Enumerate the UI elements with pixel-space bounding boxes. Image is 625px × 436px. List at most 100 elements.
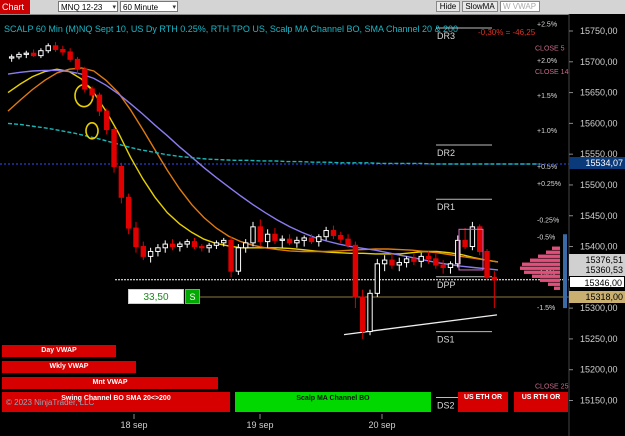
candle-body [323,230,329,238]
mnt-vwap-button[interactable]: Mnt VWAP [2,377,218,389]
candle-body [381,259,388,265]
instrument-selector[interactable]: MNQ 12-23 ▾ [58,1,118,12]
candle-body [330,230,337,236]
profile-range-bar [563,234,567,309]
x-tick-label: 20 sep [368,420,395,430]
candle-body [140,246,146,257]
percent-label: -0.25% [537,217,559,224]
candle-body [389,259,395,266]
candle-body [111,129,117,167]
y-tick-label: 15250,00 [580,334,618,344]
profile-bar [520,266,560,270]
candle-body [199,246,205,249]
us-eth-or-button[interactable]: US ETH OR [458,392,508,412]
profile-bar [540,278,560,282]
candle-body [484,250,490,278]
y-tick-label: 15650,00 [580,88,618,98]
candle-body [433,258,439,266]
close-label: CLOSE 25 [535,384,569,391]
percent-label: +0.25% [537,181,561,188]
candle-body [30,52,37,57]
sell-button[interactable]: S [185,289,200,304]
candle-body [491,276,498,281]
candle-body [125,196,132,229]
candle-body [308,237,315,243]
candle-body [147,250,154,257]
x-tick-label: 18 sep [120,420,147,430]
y-tick-label: 15200,00 [580,365,618,375]
candle-body [45,45,51,52]
candle-body [294,239,300,244]
hide-button[interactable]: Hide [436,1,460,12]
candle-body [23,52,29,55]
candle-body [228,239,234,272]
pivot-level-label: DS2 [437,401,455,411]
percent-label: +0.5% [537,164,557,171]
candle-body [67,51,73,60]
candle-body [360,296,366,333]
candle-body [89,88,95,96]
candle-body [191,241,198,248]
candle-body [221,239,227,244]
candle-body [374,263,381,294]
candle-body [206,244,212,249]
scalp-ma-channel-button[interactable]: Scalp MA Channel BO [235,392,431,412]
profile-bar [546,250,560,254]
candle-body [272,233,278,241]
candle-body [74,58,81,70]
chart-tab[interactable]: Chart [0,0,30,14]
slowma-button[interactable]: SlowMA [462,1,498,12]
wvwap-button[interactable]: W VWAP [500,1,540,12]
us-rth-or-button[interactable]: US RTH OR [514,392,568,412]
candle-body [155,247,161,252]
candle-body [133,227,139,248]
candle-body [257,226,264,243]
instrument-value: MNQ 12-23 [61,3,103,12]
y-tick-label: 15500,00 [580,180,618,190]
signal-marker [85,121,99,140]
percent-label: -1.5% [537,305,555,312]
candle-body [162,243,168,249]
order-quantity-field[interactable]: 33,50 [128,289,184,304]
candle-body [462,239,468,248]
close-label: CLOSE 5 [535,46,565,53]
chart-grid: +2.5% +2.0% +1.5% +1.0% +0.5% +0.25% -0.25% -0.… [535,22,569,391]
y-tick-label: 15150,00 [580,396,618,406]
interval-value: 60 Minute [123,3,159,12]
candle-body [213,242,220,246]
day-vwap-button[interactable]: Day VWAP [2,345,116,357]
candle-body [264,233,271,243]
y-tick-label: 15750,00 [580,26,618,36]
profile-bar [524,270,560,274]
candle-body [169,243,176,248]
candle-body [52,45,59,50]
candle-body [447,263,454,268]
candle-body [338,234,344,240]
wkly-vwap-button[interactable]: Wkly VWAP [2,361,136,373]
candle-body [301,237,307,241]
candle-body [104,110,110,131]
candle-body [418,255,424,262]
teal-ma-line [7,122,540,165]
candle-body [16,53,22,58]
candle-body [286,238,293,244]
copyright-text: © 2023 NinjaTrader, LLC [6,398,95,407]
candle-body [477,226,483,252]
candle-body [352,244,359,298]
candle-body [242,242,249,249]
y-tick-label: 15300,00 [580,303,618,313]
candle-body [345,238,351,246]
chevron-down-icon: ▾ [172,4,176,11]
close-label: CLOSE 14 [535,69,569,76]
partial-price-badge-1: 15360,53 [569,264,625,276]
candle-body [96,94,103,112]
profile-bar [530,258,560,262]
entry-price-badge: 15318,00 [569,291,625,303]
chevron-down-icon: ▾ [112,4,116,11]
pivot-level-label: DR3 [437,31,455,41]
pivot-level-label: DPP [437,280,456,290]
candle-body [184,241,190,245]
x-tick-label: 19 sep [246,420,273,430]
candle-body [177,243,183,248]
interval-selector[interactable]: 60 Minute ▾ [120,1,178,12]
